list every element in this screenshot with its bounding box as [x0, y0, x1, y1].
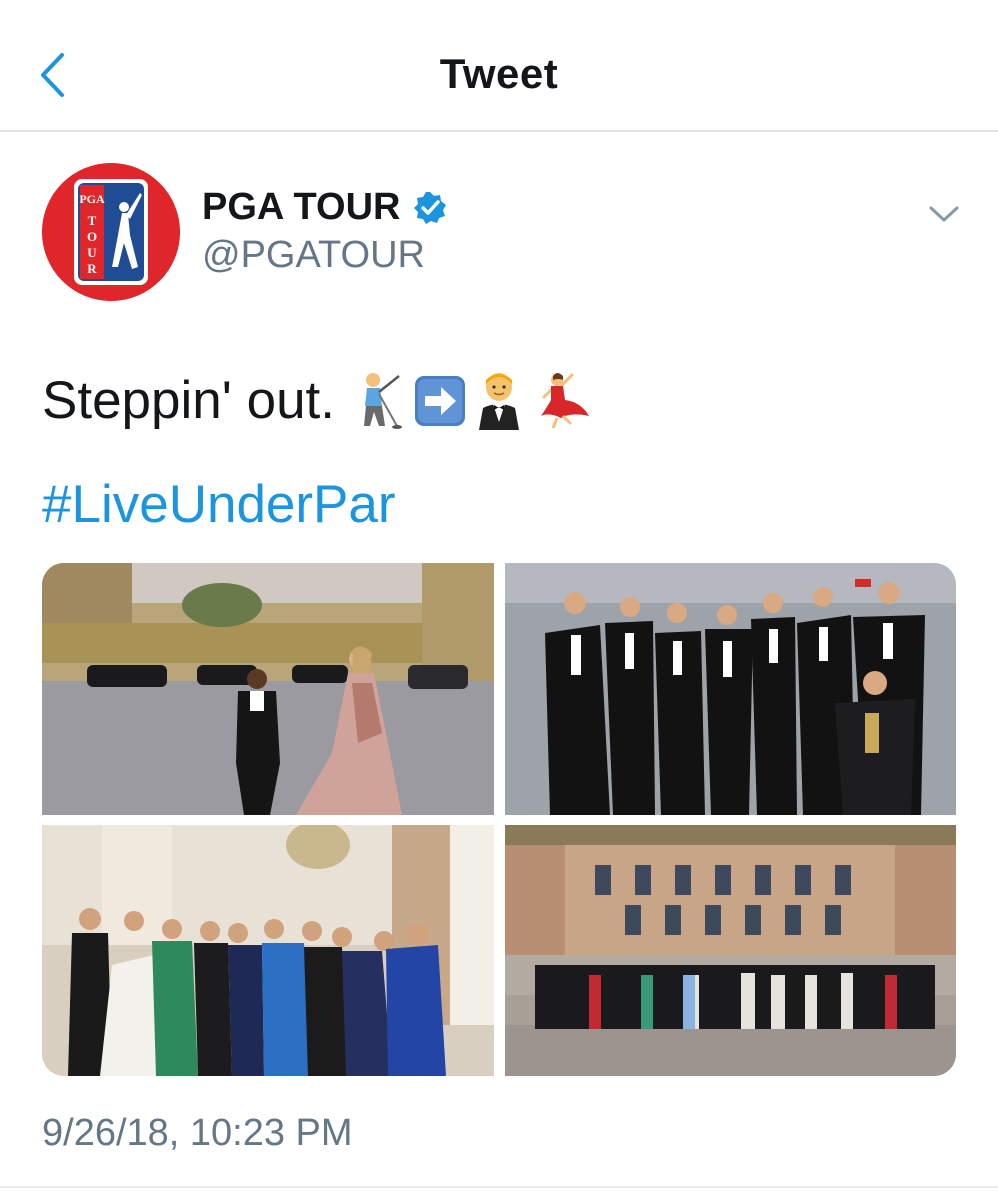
photo-1[interactable] [42, 563, 494, 815]
divider [0, 1186, 998, 1188]
tweet-text: Steppin' out. [42, 370, 591, 431]
svg-text:U: U [87, 245, 97, 260]
avatar[interactable]: PGA T O U R [42, 163, 180, 301]
svg-text:T: T [88, 213, 97, 228]
more-options-button[interactable] [922, 196, 966, 232]
man-in-tuxedo-emoji-icon [479, 372, 520, 430]
photo-4[interactable] [505, 825, 956, 1076]
top-navbar: Tweet [0, 0, 998, 132]
page-title: Tweet [439, 50, 559, 97]
hashtag-link[interactable]: #LiveUnderPar [42, 474, 396, 535]
photo-3[interactable] [42, 825, 494, 1076]
display-name: PGA TOUR [202, 186, 401, 228]
golfer-emoji-icon [364, 372, 403, 429]
photo-2[interactable] [505, 563, 956, 815]
dancer-emoji-icon [541, 372, 590, 429]
tweet-timestamp: 9/26/18, 10:23 PM [42, 1112, 353, 1154]
author-name-row[interactable]: PGA TOUR [202, 186, 448, 229]
emoji-row [353, 372, 591, 430]
media-grid [42, 563, 956, 1076]
svg-text:R: R [87, 261, 97, 276]
right-arrow-emoji-icon [415, 375, 466, 426]
tweet-body: Steppin' out. [42, 371, 336, 430]
author-handle[interactable]: @PGATOUR [202, 234, 425, 277]
chevron-down-icon [929, 206, 959, 222]
svg-text:PGA: PGA [79, 192, 105, 206]
pga-tour-logo: PGA T O U R [42, 163, 180, 301]
svg-text:O: O [87, 229, 97, 244]
verified-badge-icon [412, 190, 448, 226]
